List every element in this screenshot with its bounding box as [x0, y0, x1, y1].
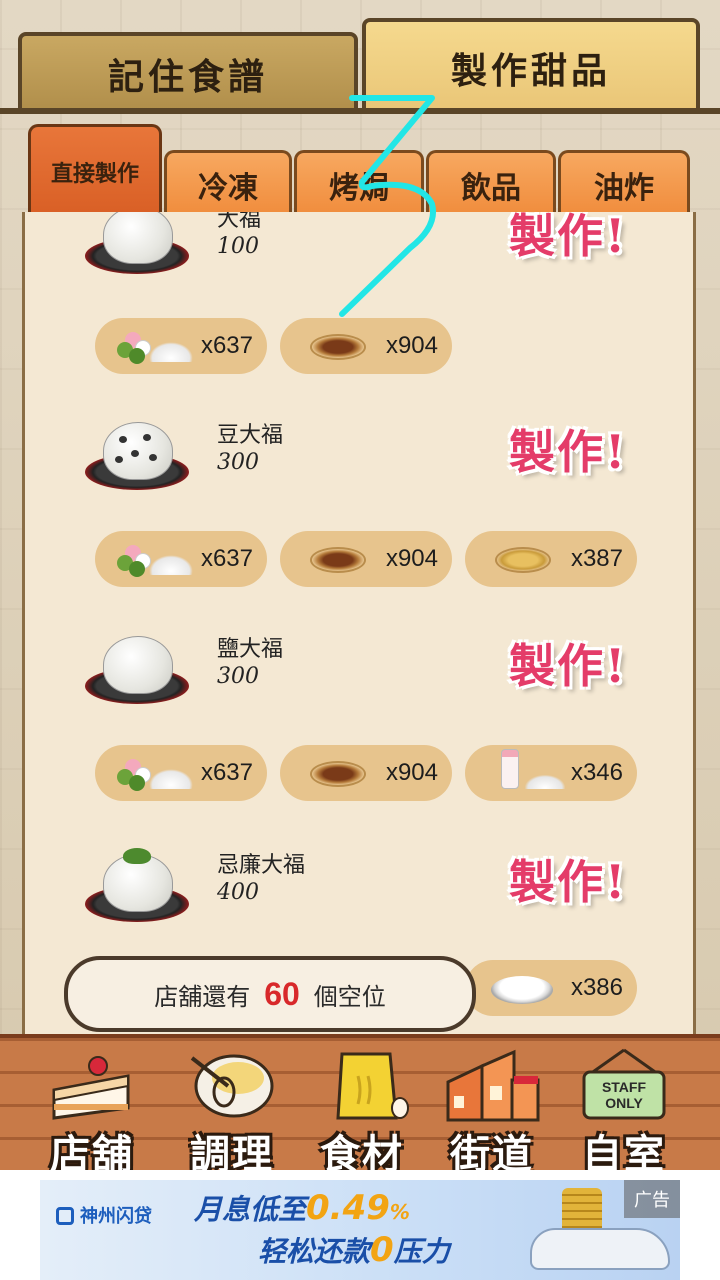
ad-subline: 轻松还款0压力 [258, 1230, 450, 1270]
salt-bottle-icon [481, 749, 565, 791]
red-bean-bowl-icon [296, 755, 376, 791]
ingredient-quantity: x637 [200, 332, 253, 359]
ingredient-pill: x386 [465, 960, 637, 1016]
category-tabs: 直接製作 冷凍 烤焗 飲品 油炸 [28, 122, 698, 216]
ad-tag: 广告 [624, 1180, 680, 1218]
recipe-price: 400 [217, 880, 259, 905]
tab-drinks[interactable]: 飲品 [426, 150, 556, 216]
shop-slots-indicator: 店舖還有 60 個空位 [64, 956, 476, 1032]
recipe-item-mame-daifuku: 豆大福 300 製作! [25, 416, 693, 516]
nav-my-room[interactable]: STAFF ONLY 自室 [556, 1044, 692, 1178]
ingredient-row: x637 x904 [25, 318, 693, 376]
ingredient-pill: x904 [280, 745, 452, 801]
nav-street[interactable]: 街道 [424, 1044, 560, 1178]
cream-bowl-icon [481, 970, 561, 1006]
dango-flour-icon [111, 328, 193, 364]
recipe-item-daifuku: 大福 100 製作! [25, 212, 693, 300]
ingredient-pill: x637 [95, 745, 267, 801]
flour-bag-icon [336, 1052, 409, 1120]
staff-sign-text: STAFF ONLY [602, 1079, 647, 1111]
ingredient-quantity: x637 [200, 759, 253, 786]
car-icon [530, 1228, 670, 1270]
ad-headline: 月息低至0.49% [194, 1188, 410, 1228]
tab-divider [0, 108, 720, 114]
recipe-price: 300 [217, 450, 259, 475]
ingredient-quantity: x904 [385, 545, 438, 572]
recipe-item-cream-daifuku: 忌廉大福 400 製作! [25, 846, 693, 946]
mame-daifuku-image [85, 420, 189, 490]
ingredient-pill: x904 [280, 318, 452, 374]
recipe-price: 100 [217, 234, 259, 259]
ingredient-pill: x637 [95, 318, 267, 374]
ingredient-row: x637 x904 x346 [25, 745, 693, 803]
make-button[interactable]: 製作! [509, 846, 657, 909]
red-bean-bowl-icon [296, 328, 376, 364]
nav-cooking[interactable]: 調理 [164, 1044, 300, 1178]
recipe-name: 豆大福 [217, 423, 284, 448]
slots-count: 60 [264, 975, 300, 1012]
recipe-price: 300 [217, 664, 259, 689]
slots-suffix: 個空位 [313, 982, 386, 1011]
cake-icon [52, 1056, 130, 1120]
slots-prefix: 店舖還有 [154, 982, 251, 1011]
recipe-name: 忌廉大福 [217, 853, 306, 878]
tab-memorize-recipes[interactable]: 記住食譜 [18, 32, 358, 112]
street-shops-icon [446, 1049, 540, 1122]
ingredient-quantity: x346 [570, 759, 623, 786]
tab-direct-make[interactable]: 直接製作 [28, 124, 162, 216]
tab-fried[interactable]: 油炸 [558, 150, 690, 216]
ingredient-quantity: x904 [385, 759, 438, 786]
nav-shop[interactable]: 店舖 [24, 1044, 160, 1178]
bottom-navigation: 店舖 調理 食材 街道 STAFF ONLY 自室 [0, 1034, 720, 1178]
mixing-bowl-icon [190, 1054, 274, 1118]
dango-flour-icon [111, 755, 193, 791]
brand-logo-icon [56, 1207, 74, 1225]
ad-area: 神州闪贷 月息低至0.49% 轻松还款0压力 广告 [0, 1170, 720, 1280]
ingredient-quantity: x904 [385, 332, 438, 359]
ingredient-row: x637 x904 x387 [25, 531, 693, 589]
soybean-bowl-icon [481, 541, 561, 577]
red-bean-bowl-icon [296, 541, 376, 577]
staff-only-sign-icon: STAFF ONLY [582, 1048, 666, 1120]
make-button[interactable]: 製作! [509, 416, 657, 479]
ingredient-quantity: x386 [570, 974, 623, 1001]
cream-daifuku-image [85, 838, 189, 922]
ingredient-quantity: x637 [200, 545, 253, 572]
make-button[interactable]: 製作! [509, 212, 657, 263]
tab-make-desserts[interactable]: 製作甜品 [362, 18, 700, 114]
ad-brand: 神州闪贷 [56, 1202, 152, 1228]
make-button[interactable]: 製作! [509, 630, 657, 693]
ingredient-pill: x346 [465, 745, 637, 801]
recipe-list[interactable]: 大福 100 製作! x637 x904 豆大福 300 製作! x637 x9… [22, 212, 696, 1042]
recipe-name: 大福 [217, 212, 262, 232]
tab-frozen[interactable]: 冷凍 [164, 150, 292, 216]
dango-flour-icon [111, 541, 193, 577]
tab-baked[interactable]: 烤焗 [294, 150, 424, 216]
recipe-item-shio-daifuku: 鹽大福 300 製作! [25, 630, 693, 730]
ingredient-pill: x387 [465, 531, 637, 587]
ad-banner[interactable]: 神州闪贷 月息低至0.49% 轻松还款0压力 广告 [40, 1180, 680, 1280]
ingredient-pill: x904 [280, 531, 452, 587]
nav-ingredients[interactable]: 食材 [294, 1044, 430, 1178]
ingredient-quantity: x387 [570, 545, 623, 572]
shio-daifuku-image [85, 634, 189, 704]
ingredient-pill: x637 [95, 531, 267, 587]
daifuku-image [85, 212, 189, 274]
recipe-name: 鹽大福 [217, 637, 284, 662]
